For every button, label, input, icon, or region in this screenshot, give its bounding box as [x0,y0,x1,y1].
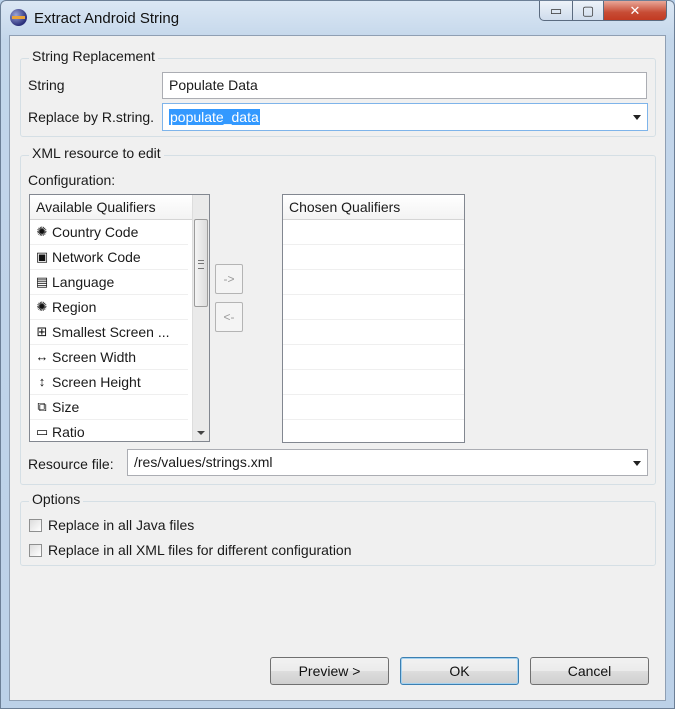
dialog-content: String Replacement String Populate Data … [9,35,666,701]
chosen-qualifiers-list[interactable]: Chosen Qualifiers [282,194,465,443]
list-item [283,220,464,245]
dropdown-arrow-icon[interactable] [633,115,641,120]
available-qualifiers-rows: ✺ Country Code ▣ Network Code ▤ Language ✺ Regi… [30,220,188,441]
list-item[interactable]: ✺ Country Code [30,220,188,245]
list-item [283,345,464,370]
list-item[interactable]: ▭ Ratio [30,420,188,441]
available-scrollbar[interactable] [192,195,209,441]
qualifier-label: Screen Width [52,349,137,365]
list-item[interactable]: ↕ Screen Height [30,370,188,395]
replace-java-label: Replace in all Java files [48,517,195,533]
maximize-button[interactable]: ▢ [572,1,604,21]
scroll-down-icon[interactable] [197,431,205,435]
list-item[interactable]: ▣ Network Code [30,245,188,270]
dialog-window: Extract Android String ▭ ▢ ✕ String Repl… [0,0,675,709]
replace-java-option[interactable]: Replace in all Java files [29,517,194,533]
preview-button[interactable]: Preview > [270,657,389,685]
close-button[interactable]: ✕ [603,1,667,21]
size-icon: ⧉ [37,399,47,414]
xml-resource-title: XML resource to edit [29,145,164,161]
list-item[interactable]: ↔ Screen Width [30,345,188,370]
resource-file-combo[interactable]: /res/values/strings.xml [127,449,648,476]
chosen-qualifiers-header: Chosen Qualifiers [283,195,464,220]
list-item [283,245,464,270]
string-replacement-title: String Replacement [29,48,158,64]
qualifier-label: Screen Height [52,374,141,390]
title-bar: Extract Android String ▭ ▢ ✕ [1,1,674,35]
list-item[interactable]: ⧉ Size [30,395,188,420]
list-item [283,295,464,320]
remove-qualifier-button[interactable]: <- [215,302,243,332]
replace-xml-checkbox[interactable] [29,543,42,557]
replace-by-value: populate_data [169,109,260,125]
screen-width-icon: ↔ [35,349,49,364]
eclipse-icon [10,9,27,26]
list-item [283,270,464,295]
resource-file-value: /res/values/strings.xml [134,454,273,470]
list-item [283,395,464,420]
replace-by-label: Replace by R.string. [28,109,155,125]
replace-by-combo[interactable]: populate_data [162,103,648,131]
string-label: String [28,77,65,93]
list-item[interactable]: ▤ Language [30,270,188,295]
qualifier-label: Language [52,274,115,290]
list-item [283,420,464,442]
replace-xml-label: Replace in all XML files for different c… [48,542,352,558]
list-item [283,370,464,395]
screen-height-icon: ↕ [38,374,46,389]
available-qualifiers-list[interactable]: Available Qualifiers ✺ Country Code ▣ Netwo… [29,194,210,442]
smallest-screen-icon: ⊞ [36,324,48,339]
resource-file-label: Resource file: [28,456,114,472]
scrollbar-thumb[interactable] [194,219,208,307]
qualifier-label: Country Code [52,224,139,240]
qualifier-label: Smallest Screen ... [52,324,170,340]
available-qualifiers-header: Available Qualifiers [30,195,194,220]
replace-xml-option[interactable]: Replace in all XML files for different c… [29,542,352,558]
region-icon: ✺ [36,299,48,314]
qualifier-label: Size [52,399,80,415]
configuration-label: Configuration: [28,172,116,188]
list-item [283,320,464,345]
options-title: Options [29,491,84,507]
network-code-icon: ▣ [35,249,49,264]
qualifier-label: Network Code [52,249,141,265]
dropdown-arrow-icon[interactable] [633,461,641,466]
qualifier-label: Region [52,299,97,315]
list-item[interactable]: ⊞ Smallest Screen ... [30,320,188,345]
ratio-icon: ▭ [35,424,49,439]
qualifier-label: Ratio [52,424,85,440]
string-input[interactable]: Populate Data [162,72,647,99]
country-code-icon: ✺ [36,224,48,239]
language-icon: ▤ [35,274,49,289]
ok-button[interactable]: OK [400,657,519,685]
replace-java-checkbox[interactable] [29,518,42,532]
window-title: Extract Android String [34,10,180,27]
list-item[interactable]: ✺ Region [30,295,188,320]
add-qualifier-button[interactable]: -> [215,264,243,294]
cancel-button[interactable]: Cancel [530,657,649,685]
minimize-button[interactable]: ▭ [539,1,573,21]
